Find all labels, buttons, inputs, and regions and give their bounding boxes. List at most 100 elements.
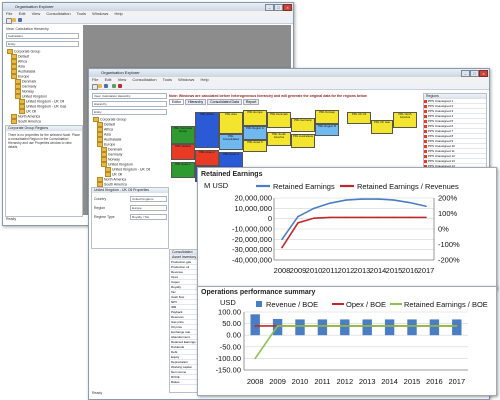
hierarchy-node[interactable]: PRL North America	[393, 112, 417, 128]
menu-consolidation[interactable]: Consolidation	[132, 77, 156, 82]
close-icon[interactable]: ×	[479, 70, 488, 77]
region-list-label: PPS Unassigned 5	[428, 119, 454, 123]
legend-label-retained-earnings: Retained Earnings	[273, 182, 335, 191]
legend-label-opex-boe: Opex / BOE	[346, 300, 386, 309]
mid-combo-a[interactable]: Hierarchy	[92, 101, 167, 107]
chart1-y-tick: 20,000,000	[234, 194, 272, 203]
status-swatch-icon	[424, 144, 427, 148]
menu-edit[interactable]: Edit	[19, 11, 26, 16]
chart1-point-retained-earnings	[425, 205, 427, 208]
prop-regime-value[interactable]: Royalty / Tax	[130, 214, 167, 220]
mid-toolbar	[89, 83, 489, 90]
chart1-point-retained-earnings-revenues	[425, 216, 427, 219]
chart1-y2-tick: -200%	[438, 256, 460, 265]
tab-report[interactable]: Report	[242, 99, 260, 105]
mid-view-combo[interactable]: View: Calculation Hierarchy	[92, 93, 167, 99]
hierarchy-node[interactable]: PRL Asset 4	[219, 152, 243, 168]
minimize-icon[interactable]: –	[461, 70, 470, 77]
tab-hierarchy[interactable]: Hierarchy	[185, 99, 207, 105]
save-icon[interactable]	[18, 18, 22, 22]
menu-help[interactable]: Help	[114, 11, 122, 16]
region-list-label: PPS Unassigned 13	[428, 159, 455, 163]
hierarchy-node[interactable]: PRL Germany	[291, 118, 315, 132]
close-icon[interactable]: ×	[283, 4, 292, 11]
hierarchy-node[interactable]: PRL UK Oil	[347, 112, 371, 124]
status-swatch-icon	[424, 109, 427, 113]
hierarchy-node[interactable]: PRL Asia	[219, 112, 243, 134]
hierarchy-node[interactable]: PRL Asset 2	[195, 150, 219, 166]
chart1-point-retained-earnings-revenues	[281, 246, 283, 249]
region-list-label: PPS Unassigned 4	[428, 114, 454, 118]
hierarchy-node[interactable]: PRL Region A	[243, 126, 267, 140]
chart1-x-tick: 2010	[306, 266, 323, 275]
open-icon[interactable]	[12, 18, 16, 22]
hierarchy-node[interactable]: PRL Consolidated	[219, 134, 243, 150]
menu-edit[interactable]: Edit	[105, 77, 112, 82]
menu-windows[interactable]: Windows	[92, 11, 108, 16]
menu-tools[interactable]: Tools	[163, 77, 172, 82]
mid-combo-b[interactable]: Entity	[92, 109, 167, 115]
menu-help[interactable]: Help	[200, 77, 208, 82]
back-combo-1[interactable]: Calculation	[6, 33, 79, 39]
chart1-x-tick: 2009	[290, 266, 307, 275]
prop-region-value[interactable]: Europe	[130, 205, 167, 211]
save-icon[interactable]	[104, 84, 108, 88]
tree-item-label: South America	[104, 182, 127, 187]
hierarchy-node[interactable]: PRL Default	[171, 144, 195, 160]
tree-item-label: Europe	[104, 142, 116, 147]
status-swatch-icon	[424, 154, 427, 158]
tree-item-south-america[interactable]: South America	[7, 119, 79, 124]
chart1-y2-tick: -100%	[438, 240, 460, 249]
chart1-y-tick: -30,000,000	[232, 245, 272, 254]
prop-country-value[interactable]: United Kingdom	[130, 196, 167, 202]
menu-view[interactable]: View	[32, 11, 41, 16]
menu-windows[interactable]: Windows	[178, 77, 194, 82]
tree-item-label: Africa	[18, 59, 27, 64]
hierarchy-node[interactable]: PRL Asset 1	[171, 162, 195, 178]
open-icon[interactable]	[98, 84, 102, 88]
tree-item-label: Norway	[108, 157, 120, 162]
chart2-title: Operations performance summary	[201, 289, 316, 296]
tree-item-label: United Kingdom	[108, 162, 133, 167]
mid-notice: Note: Windows are calculated before hete…	[169, 94, 367, 98]
hierarchy-node[interactable]: PRL UK Gas	[371, 120, 393, 134]
tab-editor[interactable]: Editor	[169, 99, 185, 105]
menu-file[interactable]: File	[6, 11, 12, 16]
minimize-icon[interactable]: –	[265, 4, 274, 11]
chart1-point-retained-earnings-revenues	[345, 216, 347, 219]
chart2-y-tick: 100.00	[218, 308, 241, 317]
refresh-icon[interactable]	[112, 84, 116, 88]
hierarchy-node[interactable]: PRL Australasia	[291, 134, 315, 148]
hierarchy-node[interactable]: PRL Region B	[315, 124, 339, 136]
region-list-label: PPS Unassigned 1	[428, 99, 454, 103]
tree-item-label: Australasia	[104, 137, 122, 142]
hierarchy-node[interactable]: PRL Corporate Group	[171, 126, 195, 144]
back-window-titlebar[interactable]: Organisation Explorer – □ ×	[3, 3, 293, 11]
chart2-point-retained-earnings-boe	[366, 325, 368, 327]
mid-window-titlebar[interactable]: Organisation Explorer – □ ×	[89, 69, 489, 77]
menu-file[interactable]: File	[92, 77, 98, 82]
tree-item-label: Europe	[18, 74, 30, 79]
chart-icon[interactable]	[118, 84, 122, 88]
maximize-icon[interactable]: □	[274, 4, 283, 11]
chart1-y-tick: -10,000,000	[232, 225, 272, 234]
menu-tools[interactable]: Tools	[77, 11, 86, 16]
tab-consolidated-data[interactable]: Consolidated Data	[207, 99, 242, 105]
output-row[interactable]: Ratios	[170, 380, 200, 385]
hierarchy-node[interactable]: PRL Africa	[195, 112, 219, 148]
chart1-svg: M USD Retained Earnings Retained Earnings …	[204, 181, 460, 275]
hierarchy-node[interactable]: PRL Europe	[243, 110, 267, 126]
back-info-text: There is no properties for the selected …	[8, 133, 80, 149]
menu-view[interactable]: View	[118, 77, 127, 82]
menu-consolidation[interactable]: Consolidation	[46, 11, 70, 16]
status-swatch-icon	[424, 129, 427, 133]
legend-swatch-revenue-boe	[256, 301, 262, 307]
hierarchy-node[interactable]: PRL Norway	[315, 110, 339, 124]
hierarchy-node[interactable]: PRL Denmark	[267, 112, 291, 128]
chart1-point-retained-earnings	[361, 198, 363, 200]
back-combo-2[interactable]: Entity	[6, 41, 79, 47]
maximize-icon[interactable]: □	[470, 70, 479, 77]
hierarchy-node[interactable]: PRL Asset 5	[243, 140, 267, 152]
status-swatch-icon	[424, 139, 427, 143]
hierarchy-node[interactable]: PRL South America	[267, 132, 291, 146]
